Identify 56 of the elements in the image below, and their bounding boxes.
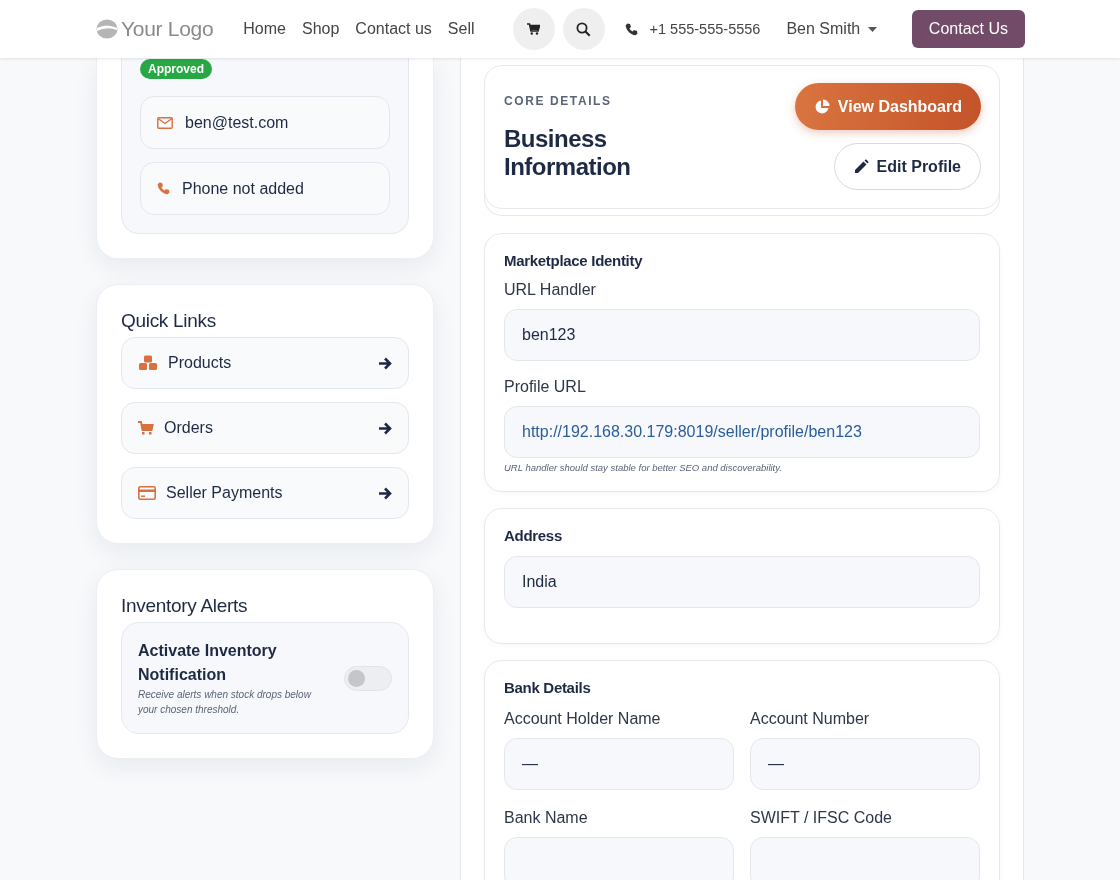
phone-number[interactable]: +1 555-555-5556 [649, 21, 761, 37]
toggle-hint: Receive alerts when stock drops below your chosen threshold. [138, 688, 313, 717]
quick-link[interactable]: Seller Payments [121, 467, 409, 519]
dashboard-button[interactable]: View Dashboard [794, 83, 981, 130]
boxes-icon [138, 355, 158, 371]
phone-icon [157, 182, 170, 195]
field-label: Profile URL [504, 378, 587, 396]
section-title: Business Information [504, 125, 632, 181]
search-button[interactable] [562, 8, 605, 50]
help-text: URL handler should stay stable for better SEO and discoverability. [504, 462, 783, 473]
cart-icon [138, 421, 154, 435]
input-field[interactable] [504, 837, 734, 880]
section-eyebrow: CORE DETAILS [504, 94, 613, 108]
status-badge: Approved [140, 59, 212, 79]
url-field[interactable]: http://192.168.30.179:8019/seller/profile/ben123 [504, 406, 980, 458]
pencil-icon [853, 159, 869, 174]
arrow-right-icon [378, 486, 392, 500]
nav-link[interactable]: Shop [296, 20, 346, 38]
field-label: Account Holder Name [504, 710, 662, 728]
user-menu[interactable]: Ben Smith [786, 20, 878, 38]
contact-us-button[interactable]: Contact Us [911, 10, 1025, 48]
arrow-right-icon [378, 356, 392, 370]
card-title: Inventory Alerts [121, 595, 249, 617]
arrow-right-icon [378, 421, 392, 435]
field-label: URL Handler [504, 281, 597, 299]
quick-link[interactable]: Products [121, 337, 409, 389]
field-label: Account Number [750, 710, 871, 728]
toggle-label: Activate Inventory Notification [138, 641, 278, 685]
credit-card-icon [138, 486, 156, 500]
search-icon [576, 21, 592, 37]
edit-profile-button[interactable]: Edit Profile [833, 143, 981, 190]
field-label: Bank Name [504, 809, 589, 827]
envelope-icon [157, 116, 173, 129]
nav-link[interactable]: Sell [441, 20, 481, 38]
card-title: Marketplace Identity [504, 252, 644, 269]
quick-link[interactable]: Orders [121, 402, 409, 454]
cart-button[interactable] [512, 8, 555, 50]
email-text: ben@test.com [185, 113, 289, 132]
toggle-switch[interactable] [344, 665, 392, 691]
card-title: Quick Links [121, 310, 217, 332]
pie-chart-icon [813, 98, 830, 115]
phone-text: Phone not added [182, 179, 304, 198]
cart-icon [527, 23, 541, 35]
nav-link[interactable]: Home [237, 20, 292, 38]
input-field[interactable]: ben123 [504, 309, 980, 361]
nav-link[interactable]: Contact us [349, 20, 438, 38]
input-field[interactable]: — [504, 738, 734, 790]
input-field[interactable]: India [504, 556, 980, 608]
input-field[interactable]: — [750, 738, 980, 790]
caret-icon [868, 26, 878, 32]
logo-icon [96, 19, 118, 39]
field-label: SWIFT / IFSC Code [750, 809, 893, 827]
card-title: Bank Details [504, 679, 592, 696]
input-field[interactable] [750, 837, 980, 880]
phone-icon [624, 22, 638, 36]
card-title: Address [504, 527, 563, 544]
